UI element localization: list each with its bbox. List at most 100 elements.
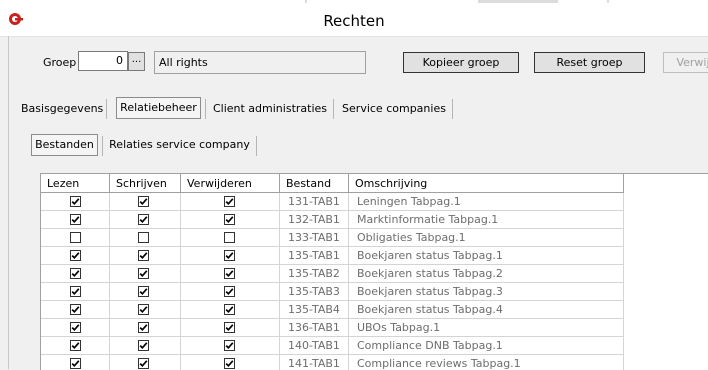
top-strip-tab xyxy=(478,0,558,3)
read-checkbox[interactable] xyxy=(70,250,81,261)
delete-checkbox[interactable] xyxy=(224,340,235,351)
delete-group-button[interactable]: Verwij xyxy=(663,52,708,73)
table-cell xyxy=(110,337,181,355)
read-checkbox[interactable] xyxy=(70,286,81,297)
read-checkbox[interactable] xyxy=(70,304,81,315)
table-row[interactable]: 136-TAB1 UBOs Tabpag.1 xyxy=(41,319,708,337)
table-row[interactable]: 135-TAB4 Boekjaren status Tabpag.4 xyxy=(41,301,708,319)
table-cell xyxy=(181,229,280,247)
rights-grid: Lezen Schrijven Verwijderen Bestand Omsc… xyxy=(40,173,708,370)
delete-checkbox[interactable] xyxy=(224,214,235,225)
file-cell: 140-TAB1 xyxy=(280,337,349,355)
write-checkbox[interactable] xyxy=(138,322,149,333)
delete-checkbox[interactable] xyxy=(224,268,235,279)
write-checkbox[interactable] xyxy=(138,358,149,369)
top-strip-divider xyxy=(607,0,609,3)
group-number-input[interactable]: 0 xyxy=(78,51,128,71)
description-cell: Leningen Tabpag.1 xyxy=(349,193,624,211)
title-bar: Rechten xyxy=(0,6,708,37)
write-checkbox[interactable] xyxy=(138,214,149,225)
table-cell xyxy=(110,283,181,301)
file-cell: 141-TAB1 xyxy=(280,355,349,370)
description-cell: Compliance reviews Tabpag.1 xyxy=(349,355,624,370)
tab-separator xyxy=(102,136,103,156)
read-checkbox[interactable] xyxy=(70,358,81,369)
table-cell xyxy=(110,319,181,337)
group-browse-button[interactable]: ... xyxy=(128,52,145,71)
table-cell xyxy=(41,229,110,247)
table-cell xyxy=(110,301,181,319)
column-header-bestand[interactable]: Bestand xyxy=(280,174,349,193)
description-cell: Obligaties Tabpag.1 xyxy=(349,229,624,247)
write-checkbox[interactable] xyxy=(138,196,149,207)
window-title: Rechten xyxy=(323,12,385,30)
tab-separator xyxy=(256,136,257,156)
table-cell xyxy=(181,247,280,265)
table-row[interactable]: 140-TAB1 Compliance DNB Tabpag.1 xyxy=(41,337,708,355)
column-header-lezen[interactable]: Lezen xyxy=(41,174,110,193)
delete-checkbox[interactable] xyxy=(224,250,235,261)
table-cell xyxy=(181,337,280,355)
table-row[interactable]: 135-TAB3 Boekjaren status Tabpag.3 xyxy=(41,283,708,301)
column-header-verwijderen[interactable]: Verwijderen xyxy=(181,174,280,193)
reset-group-button[interactable]: Reset groep xyxy=(534,52,645,73)
write-checkbox[interactable] xyxy=(138,268,149,279)
delete-checkbox[interactable] xyxy=(224,286,235,297)
delete-checkbox[interactable] xyxy=(224,358,235,369)
file-cell: 135-TAB4 xyxy=(280,301,349,319)
group-label: Groep xyxy=(43,56,77,69)
subtab-bestanden[interactable]: Bestanden xyxy=(31,134,98,156)
table-cell xyxy=(41,337,110,355)
tab-relatiebeheer[interactable]: Relatiebeheer xyxy=(116,97,201,119)
write-checkbox[interactable] xyxy=(138,340,149,351)
copy-group-button[interactable]: Kopieer groep xyxy=(403,52,519,73)
top-strip-divider xyxy=(305,0,307,3)
table-cell xyxy=(41,301,110,319)
file-cell: 135-TAB3 xyxy=(280,283,349,301)
table-cell xyxy=(181,301,280,319)
table-cell xyxy=(41,283,110,301)
read-checkbox[interactable] xyxy=(70,322,81,333)
write-checkbox[interactable] xyxy=(138,232,149,243)
read-checkbox[interactable] xyxy=(70,340,81,351)
table-row[interactable]: 135-TAB1 Boekjaren status Tabpag.1 xyxy=(41,247,708,265)
file-cell: 136-TAB1 xyxy=(280,319,349,337)
write-checkbox[interactable] xyxy=(138,250,149,261)
write-checkbox[interactable] xyxy=(138,304,149,315)
table-row[interactable]: 132-TAB1 Marktinformatie Tabpag.1 xyxy=(41,211,708,229)
tab-service-companies[interactable]: Service companies xyxy=(340,98,448,120)
table-row[interactable]: 141-TAB1 Compliance reviews Tabpag.1 xyxy=(41,355,708,370)
group-name-field: All rights xyxy=(154,51,366,74)
table-row[interactable]: 133-TAB1 Obligaties Tabpag.1 xyxy=(41,229,708,247)
table-cell xyxy=(181,193,280,211)
tab-client-administraties[interactable]: Client administraties xyxy=(211,98,329,120)
column-header-schrijven[interactable]: Schrijven xyxy=(110,174,181,193)
file-cell: 135-TAB2 xyxy=(280,265,349,283)
table-cell xyxy=(41,355,110,370)
table-cell xyxy=(181,319,280,337)
tab-basisgegevens[interactable]: Basisgegevens xyxy=(21,98,103,120)
read-checkbox[interactable] xyxy=(70,268,81,279)
table-cell xyxy=(181,211,280,229)
delete-checkbox[interactable] xyxy=(224,196,235,207)
read-checkbox[interactable] xyxy=(70,232,81,243)
read-checkbox[interactable] xyxy=(70,196,81,207)
read-checkbox[interactable] xyxy=(70,214,81,225)
table-cell xyxy=(41,247,110,265)
description-cell: Boekjaren status Tabpag.4 xyxy=(349,301,624,319)
table-cell xyxy=(110,355,181,370)
file-cell: 135-TAB1 xyxy=(280,247,349,265)
tab-separator xyxy=(452,99,453,119)
file-cell: 132-TAB1 xyxy=(280,211,349,229)
table-row[interactable]: 135-TAB2 Boekjaren status Tabpag.2 xyxy=(41,265,708,283)
tab-separator xyxy=(106,99,107,119)
description-cell: UBOs Tabpag.1 xyxy=(349,319,624,337)
delete-checkbox[interactable] xyxy=(224,304,235,315)
table-row[interactable]: 131-TAB1 Leningen Tabpag.1 xyxy=(41,193,708,211)
delete-checkbox[interactable] xyxy=(224,322,235,333)
write-checkbox[interactable] xyxy=(138,286,149,297)
tab-separator xyxy=(333,99,334,119)
delete-checkbox[interactable] xyxy=(224,232,235,243)
subtab-relaties-service-company[interactable]: Relaties service company xyxy=(108,134,251,156)
column-header-omschrijving[interactable]: Omschrijving xyxy=(349,174,624,193)
